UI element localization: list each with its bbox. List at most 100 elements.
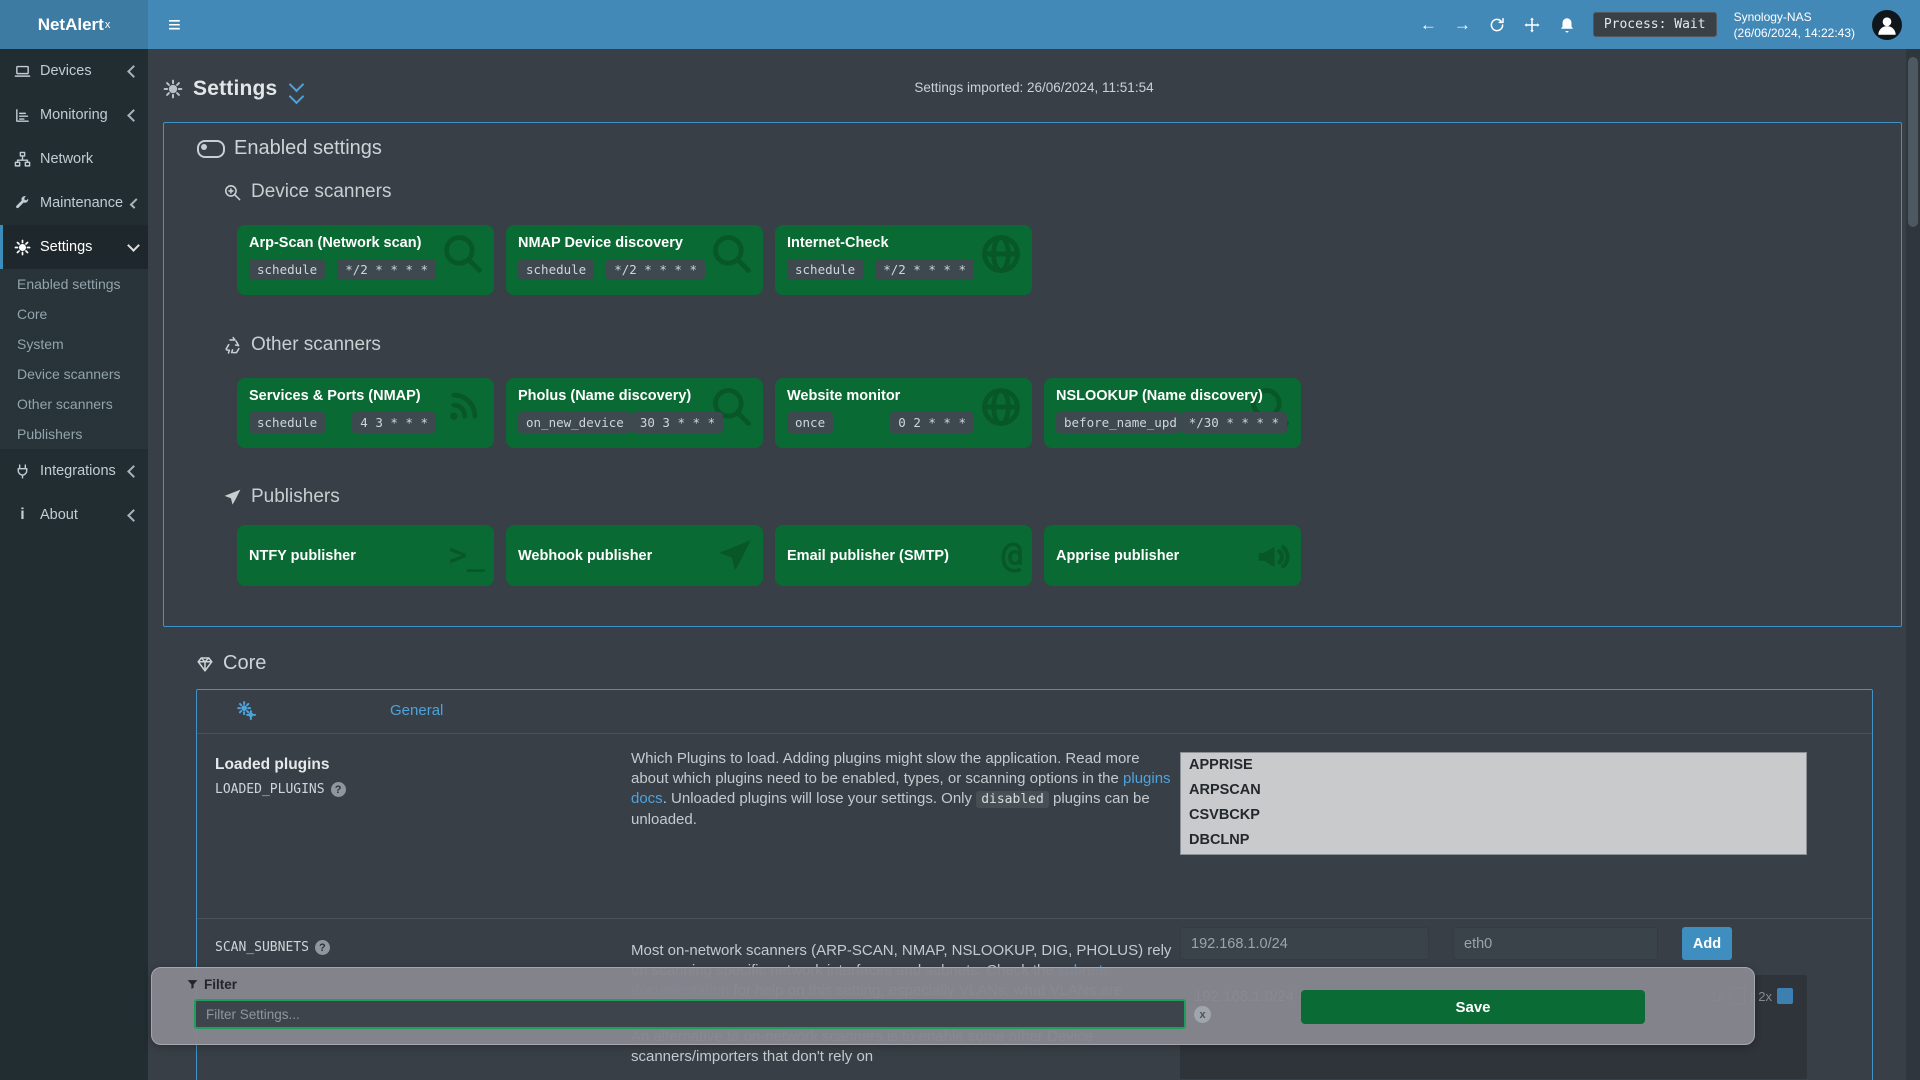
sidebar-item-label: Network xyxy=(40,151,93,167)
plugin-option[interactable]: APPRISE xyxy=(1181,753,1806,778)
network-icon xyxy=(14,151,31,168)
cron-badge: */30 * * * * xyxy=(1181,412,1287,433)
card-title: Email publisher (SMTP) xyxy=(787,548,949,564)
cron-badge: */2 * * * * xyxy=(875,259,974,280)
submenu-label: Enabled settings xyxy=(17,276,121,292)
trigger-badge: schedule xyxy=(249,259,325,280)
megaphone-icon xyxy=(1254,537,1292,575)
other-scanner-cards: Services & Ports (NMAP) schedule4 3 * * … xyxy=(237,378,1301,448)
device-scanner-cards: Arp-Scan (Network scan) schedule*/2 * * … xyxy=(237,225,1032,295)
card-ntfy[interactable]: >_ NTFY publisher xyxy=(237,525,494,586)
setting-key: SCAN_SUBNETS xyxy=(215,940,309,955)
card-title: NTFY publisher xyxy=(249,548,356,564)
section-title: Enabled settings xyxy=(234,137,382,160)
process-status-badge[interactable]: Process: Wait xyxy=(1593,12,1717,37)
plug-icon xyxy=(14,463,31,480)
scrollbar-thumb[interactable] xyxy=(1908,57,1918,227)
filter-settings-input[interactable] xyxy=(194,999,1186,1029)
back-icon[interactable]: ← xyxy=(1420,16,1437,33)
app-logo[interactable]: NetAlertx xyxy=(0,0,148,49)
help-icon[interactable]: ? xyxy=(315,940,330,955)
setting-key: LOADED_PLUGINS xyxy=(215,782,325,797)
chevron-down-icon xyxy=(127,239,140,252)
scan-subnets-key: SCAN_SUBNETS ? xyxy=(215,940,330,955)
publisher-cards: >_ NTFY publisher Webhook publisher @ Em… xyxy=(237,525,1301,586)
card-pholus[interactable]: Pholus (Name discovery) on_new_device30 … xyxy=(506,378,763,448)
collapse-all-icon[interactable] xyxy=(291,79,302,102)
chevron-left-icon xyxy=(127,65,140,78)
group-device-scanners: Device scanners xyxy=(223,181,391,203)
card-title: Webhook publisher xyxy=(518,548,652,564)
plugin-option[interactable]: CSVBCKP xyxy=(1181,803,1806,828)
sidebar-item-label: About xyxy=(40,507,78,523)
plugin-option[interactable]: ARPSCAN xyxy=(1181,778,1806,803)
cron-badge: 4 3 * * * xyxy=(352,412,436,433)
hamburger-icon[interactable]: ≡ xyxy=(168,14,181,36)
save-button[interactable]: Save xyxy=(1301,990,1645,1024)
core-tab-bar: General xyxy=(197,690,1872,734)
filter-title: Filter xyxy=(186,977,237,992)
funnel-icon xyxy=(186,978,199,991)
sidebar-item-settings[interactable]: Settings xyxy=(0,225,148,269)
sidebar-item-label: Integrations xyxy=(40,463,116,479)
paper-plane-icon xyxy=(716,537,754,575)
toggle-icon xyxy=(197,140,225,158)
sidebar-item-monitoring[interactable]: Monitoring xyxy=(0,93,148,137)
clear-filter-button[interactable]: x xyxy=(1194,1006,1211,1023)
enabled-settings-panel: Enabled settings Device scanners Arp-Sca… xyxy=(163,122,1902,627)
chevron-left-icon xyxy=(127,109,140,122)
top-bar-right: ← → Process: Wait Synology-NAS (26/06/20… xyxy=(1420,9,1902,41)
loaded-plugins-description: Which Plugins to load. Adding plugins mi… xyxy=(631,749,1173,830)
card-services-ports[interactable]: Services & Ports (NMAP) schedule4 3 * * … xyxy=(237,378,494,448)
card-webhook[interactable]: Webhook publisher xyxy=(506,525,763,586)
card-arp-scan[interactable]: Arp-Scan (Network scan) schedule*/2 * * … xyxy=(237,225,494,295)
sidebar-item-maintenance[interactable]: Maintenance xyxy=(0,181,148,225)
enabled-settings-title: Enabled settings xyxy=(197,137,382,160)
sidebar-item-about[interactable]: i About xyxy=(0,493,148,537)
card-email-smtp[interactable]: @ Email publisher (SMTP) xyxy=(775,525,1032,586)
logo-sup: x xyxy=(105,19,111,31)
scrollbar-track[interactable] xyxy=(1906,49,1920,1080)
gear-icon xyxy=(14,239,31,256)
trigger-badge: before_name_upd xyxy=(1056,412,1181,433)
card-title: NSLOOKUP (Name discovery) xyxy=(1056,388,1289,404)
submenu-item-device-scanners[interactable]: Device scanners xyxy=(0,359,148,389)
duplicate-2x-icon[interactable] xyxy=(1777,988,1793,1004)
card-apprise[interactable]: Apprise publisher xyxy=(1044,525,1301,586)
add-subnet-button[interactable]: Add xyxy=(1682,927,1732,960)
card-title: Pholus (Name discovery) xyxy=(518,388,751,404)
move-icon[interactable] xyxy=(1523,16,1541,34)
tab-general[interactable]: General xyxy=(390,702,443,719)
sidebar-item-devices[interactable]: Devices xyxy=(0,49,148,93)
sidebar-item-network[interactable]: Network xyxy=(0,137,148,181)
cron-badge: 0 2 * * * xyxy=(890,412,974,433)
interface-input[interactable] xyxy=(1453,927,1658,960)
sidebar-item-integrations[interactable]: Integrations xyxy=(0,449,148,493)
help-icon[interactable]: ? xyxy=(331,782,346,797)
terminal-icon: >_ xyxy=(449,541,485,571)
submenu-item-system[interactable]: System xyxy=(0,329,148,359)
subnet-input[interactable] xyxy=(1180,927,1429,960)
submenu-item-publishers[interactable]: Publishers xyxy=(0,419,148,449)
loaded-plugins-listbox[interactable]: APPRISE ARPSCAN CSVBCKP DBCLNP xyxy=(1180,752,1807,855)
forward-icon[interactable]: → xyxy=(1454,16,1471,33)
sidebar-item-label: Maintenance xyxy=(40,195,123,211)
card-internet-check[interactable]: Internet-Check schedule*/2 * * * * xyxy=(775,225,1032,295)
card-website-monitor[interactable]: Website monitor once0 2 * * * xyxy=(775,378,1032,448)
cron-badge: 30 3 * * * xyxy=(632,412,723,433)
submenu-item-enabled-settings[interactable]: Enabled settings xyxy=(0,269,148,299)
refresh-icon[interactable] xyxy=(1488,16,1506,34)
cron-badge: */2 * * * * xyxy=(337,259,436,280)
bell-icon[interactable] xyxy=(1558,16,1576,34)
submenu-item-other-scanners[interactable]: Other scanners xyxy=(0,389,148,419)
card-nslookup[interactable]: NSLOOKUP (Name discovery) before_name_up… xyxy=(1044,378,1301,448)
multiplier-2x-label: 2x xyxy=(1758,989,1772,1004)
sidebar-item-label: Devices xyxy=(40,63,92,79)
card-nmap-discovery[interactable]: NMAP Device discovery schedule*/2 * * * … xyxy=(506,225,763,295)
plugin-option[interactable]: DBCLNP xyxy=(1181,828,1806,853)
card-title: NMAP Device discovery xyxy=(518,235,751,251)
sidebar-item-label: Settings xyxy=(40,239,92,255)
user-avatar[interactable] xyxy=(1872,10,1902,40)
trigger-badge: on_new_device xyxy=(518,412,632,433)
submenu-item-core[interactable]: Core xyxy=(0,299,148,329)
